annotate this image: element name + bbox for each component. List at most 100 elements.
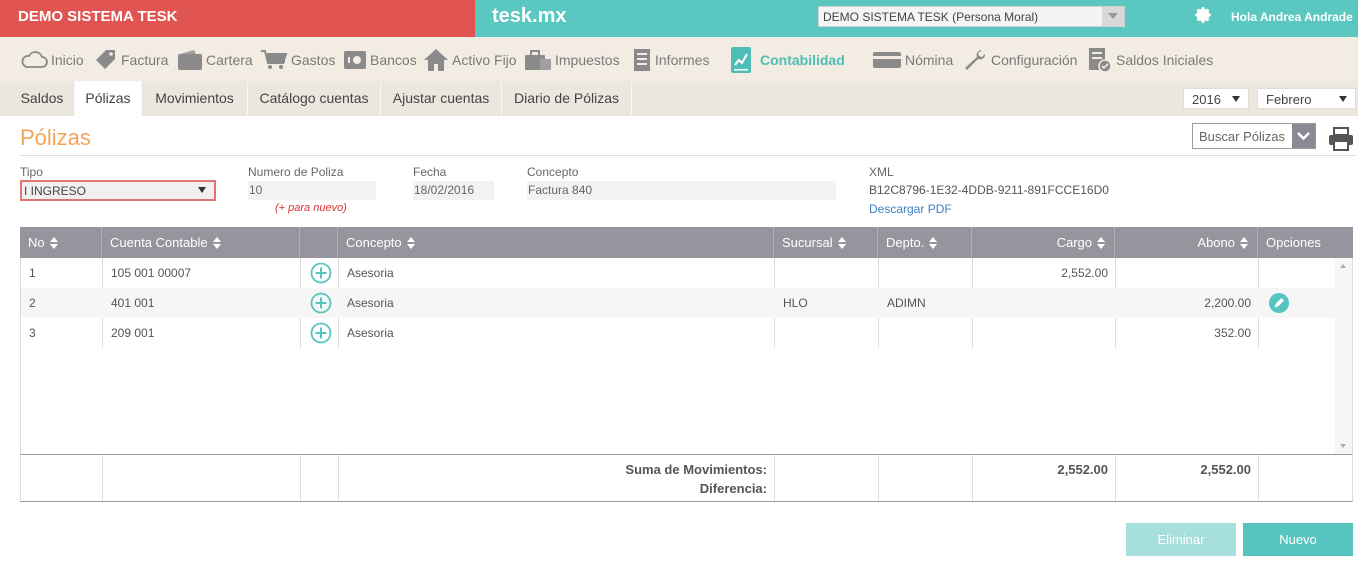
cell-cuenta: 401 001 <box>111 296 155 310</box>
search-polizas-select[interactable]: Buscar Pólizas <box>1192 123 1316 149</box>
checklist-icon <box>1089 48 1112 73</box>
menu-item-configuracion[interactable]: Configuración <box>962 47 1077 73</box>
search-dropdown-button[interactable] <box>1292 124 1315 148</box>
table-header: No Cuenta Contable Concepto Sucursal Dep… <box>20 227 1353 258</box>
column-divider <box>102 455 103 501</box>
new-button[interactable]: Nuevo <box>1243 523 1353 556</box>
printer-icon[interactable] <box>1328 127 1354 151</box>
column-divider <box>878 455 879 501</box>
cell-abono <box>1116 258 1251 288</box>
cell-no: 3 <box>29 326 36 340</box>
xml-label: XML <box>869 165 894 179</box>
column-divider <box>300 455 301 501</box>
numero-poliza-label: Numero de Poliza <box>248 165 344 179</box>
menu-item-impuestos[interactable]: Impuestos <box>524 47 620 73</box>
menu-item-cartera[interactable]: Cartera <box>177 47 253 73</box>
column-header-depto[interactable]: Depto. <box>878 227 972 258</box>
add-circle-icon[interactable] <box>310 322 332 344</box>
total-cargo: 2,552.00 <box>1057 462 1108 477</box>
company-title-bar: DEMO SISTEMA TESK <box>0 0 475 37</box>
sort-icon <box>929 236 938 249</box>
tab-polizas[interactable]: Pólizas <box>75 81 142 116</box>
tab-catalogo-cuentas[interactable]: Catálogo cuentas <box>248 81 381 116</box>
brand-bar: tesk.mx DEMO SISTEMA TESK (Persona Moral… <box>475 0 1358 37</box>
download-pdf-link[interactable]: Descargar PDF <box>869 202 952 216</box>
tipo-value: I INGRESO <box>24 184 87 198</box>
numero-poliza-field[interactable]: 10 <box>248 181 376 200</box>
menu-item-factura[interactable]: Factura <box>94 47 168 73</box>
brand-logo: tesk.mx <box>492 5 567 27</box>
diferencia-label: Diferencia: <box>699 481 767 496</box>
menu-item-saldos-iniciales[interactable]: Saldos Iniciales <box>1087 47 1213 73</box>
header-label: Concepto <box>346 235 402 250</box>
menu-item-contabilidad[interactable]: Contabilidad <box>729 47 845 73</box>
column-header-concepto[interactable]: Concepto <box>338 227 774 258</box>
cell-cuenta: 209 001 <box>111 326 155 340</box>
edit-pencil-icon[interactable] <box>1268 292 1290 314</box>
document-icon <box>634 49 650 71</box>
scroll-up-icon[interactable] <box>1340 264 1346 268</box>
chevron-down-icon <box>1339 96 1347 102</box>
table-footer: Suma de Movimientos: Diferencia: 2,552.0… <box>20 454 1353 502</box>
sort-icon <box>1240 236 1249 249</box>
suma-movimientos-label: Suma de Movimientos: <box>625 462 767 477</box>
tab-saldos[interactable]: Saldos <box>10 81 75 116</box>
chevron-down-icon[interactable] <box>1102 7 1124 26</box>
company-select[interactable]: DEMO SISTEMA TESK (Persona Moral) <box>818 6 1125 27</box>
menu-label: Bancos <box>370 52 417 68</box>
top-bar: DEMO SISTEMA TESK tesk.mx DEMO SISTEMA T… <box>0 0 1358 37</box>
chart-icon <box>731 47 751 73</box>
column-divider <box>1258 455 1259 501</box>
house-icon <box>424 49 448 71</box>
column-header-no[interactable]: No <box>20 227 102 258</box>
column-header-cuenta[interactable]: Cuenta Contable <box>102 227 300 258</box>
cell-abono: 352.00 <box>1214 326 1251 340</box>
add-circle-icon[interactable] <box>310 292 332 314</box>
table-row[interactable]: 3 209 001 Asesoria 352.00 <box>21 318 1337 348</box>
cell-depto: ADIMN <box>887 296 926 310</box>
column-header-opciones: Opciones <box>1258 227 1353 258</box>
header-label: Cargo <box>1056 235 1092 250</box>
tab-diario-de-polizas[interactable]: Diario de Pólizas <box>502 81 632 116</box>
table-row[interactable]: 1 105 001 00007 Asesoria 2,552.00 <box>21 258 1337 288</box>
tab-ajustar-cuentas[interactable]: Ajustar cuentas <box>381 81 502 116</box>
cell-sucursal: HLO <box>783 296 808 310</box>
main-menu: Inicio Factura Cartera Gastos Bancos Act… <box>0 37 1358 81</box>
column-header-abono[interactable]: Abono <box>1115 227 1258 258</box>
column-header-cargo[interactable]: Cargo <box>972 227 1115 258</box>
column-header-sucursal[interactable]: Sucursal <box>774 227 878 258</box>
menu-label: Saldos Iniciales <box>1116 52 1214 68</box>
page-title: Pólizas <box>20 125 91 150</box>
column-divider <box>774 455 775 501</box>
cell-cargo <box>973 288 1108 318</box>
tab-movimientos[interactable]: Movimientos <box>142 81 248 116</box>
menu-item-informes[interactable]: Informes <box>632 47 709 73</box>
header-label: No <box>28 235 45 250</box>
gear-icon[interactable] <box>1193 5 1213 25</box>
delete-button[interactable]: Eliminar <box>1126 523 1236 556</box>
month-select[interactable]: Febrero <box>1257 88 1356 109</box>
add-circle-icon[interactable] <box>310 262 332 284</box>
user-greeting[interactable]: Hola Andrea Andrade <box>1231 10 1353 24</box>
menu-label: Factura <box>121 52 169 68</box>
cell-abono: 2,200.00 <box>1204 296 1251 310</box>
divider <box>20 155 1356 156</box>
tipo-select[interactable]: I INGRESO <box>20 180 216 201</box>
menu-label: Inicio <box>51 52 84 68</box>
table-row[interactable]: 2 401 001 Asesoria HLO ADIMN 2,200.00 <box>21 288 1337 318</box>
company-title: DEMO SISTEMA TESK <box>18 8 178 25</box>
year-select[interactable]: 2016 <box>1183 88 1249 109</box>
header-label: Abono <box>1197 235 1235 250</box>
menu-item-activo-fijo[interactable]: Activo Fijo <box>423 47 517 73</box>
fecha-field[interactable]: 18/02/2016 <box>413 181 494 200</box>
scroll-down-icon[interactable] <box>1340 444 1346 448</box>
cell-concepto: Asesoria <box>347 326 394 340</box>
column-header-add <box>300 227 338 258</box>
numero-poliza-hint: (+ para nuevo) <box>275 202 347 214</box>
menu-item-gastos[interactable]: Gastos <box>260 47 335 73</box>
menu-item-inicio[interactable]: Inicio <box>20 47 84 73</box>
table-scrollbar[interactable] <box>1335 258 1352 454</box>
menu-item-nomina[interactable]: Nómina <box>872 47 953 73</box>
menu-item-bancos[interactable]: Bancos <box>343 47 417 73</box>
concepto-field[interactable]: Factura 840 <box>527 181 836 200</box>
